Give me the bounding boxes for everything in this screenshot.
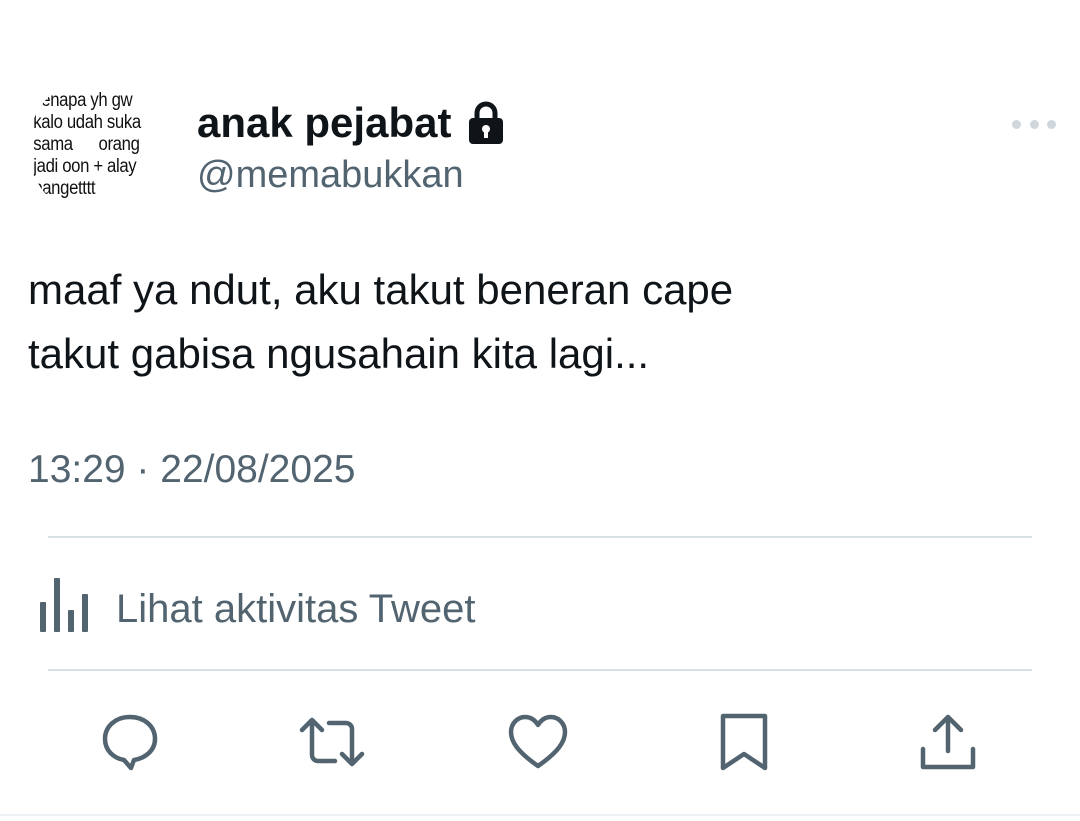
tweet-text-line: maaf ya ndut, aku takut beneran cape xyxy=(28,266,734,313)
share-icon xyxy=(919,713,977,776)
more-dot xyxy=(1047,119,1056,129)
author-display-name[interactable]: anak pejabat xyxy=(197,98,451,148)
avatar-text-line: jadi oon + alay xyxy=(33,156,137,177)
avatar-text-line: sama orang xyxy=(33,134,140,155)
activity-label: Lihat aktivitas Tweet xyxy=(116,586,476,631)
divider xyxy=(48,536,1032,538)
reply-button[interactable] xyxy=(100,714,160,774)
reply-icon xyxy=(101,713,159,776)
avatar-image-text: kenapa yh gw kalo udah suka sama orang jadi… xyxy=(28,90,158,200)
more-horizontal-icon[interactable] xyxy=(1012,112,1056,136)
like-button[interactable] xyxy=(508,714,568,774)
bookmark-button[interactable] xyxy=(714,713,774,776)
tweet-timestamp[interactable]: 13:29 · 22/08/2025 xyxy=(28,446,355,494)
heart-icon xyxy=(508,714,568,775)
avatar-text-line: kalo udah suka xyxy=(33,112,141,133)
lock-icon xyxy=(467,101,505,145)
more-dot xyxy=(1029,119,1039,129)
tweet-text-line: takut gabisa ngusahain kita lagi... xyxy=(28,330,650,377)
tweet-text: maaf ya ndut, aku takut beneran cape tak… xyxy=(28,258,1048,386)
author-name-row: anak pejabat xyxy=(197,98,505,148)
retweet-icon xyxy=(299,715,365,774)
avatar-text-line: kenapa yh gw xyxy=(33,90,133,111)
bookmark-icon xyxy=(718,713,770,776)
more-dot xyxy=(1012,119,1021,129)
avatar-text-line: bangetttt xyxy=(33,178,96,199)
retweet-button[interactable] xyxy=(299,714,365,774)
author-handle[interactable]: @memabukkan xyxy=(197,152,464,198)
bottom-divider xyxy=(0,814,1080,816)
avatar[interactable]: kenapa yh gw kalo udah suka sama orang jadi… xyxy=(28,76,170,218)
analytics-bars-icon xyxy=(38,578,90,639)
view-tweet-activity[interactable]: Lihat aktivitas Tweet xyxy=(38,578,475,639)
share-button[interactable] xyxy=(918,714,978,774)
divider xyxy=(48,669,1032,671)
